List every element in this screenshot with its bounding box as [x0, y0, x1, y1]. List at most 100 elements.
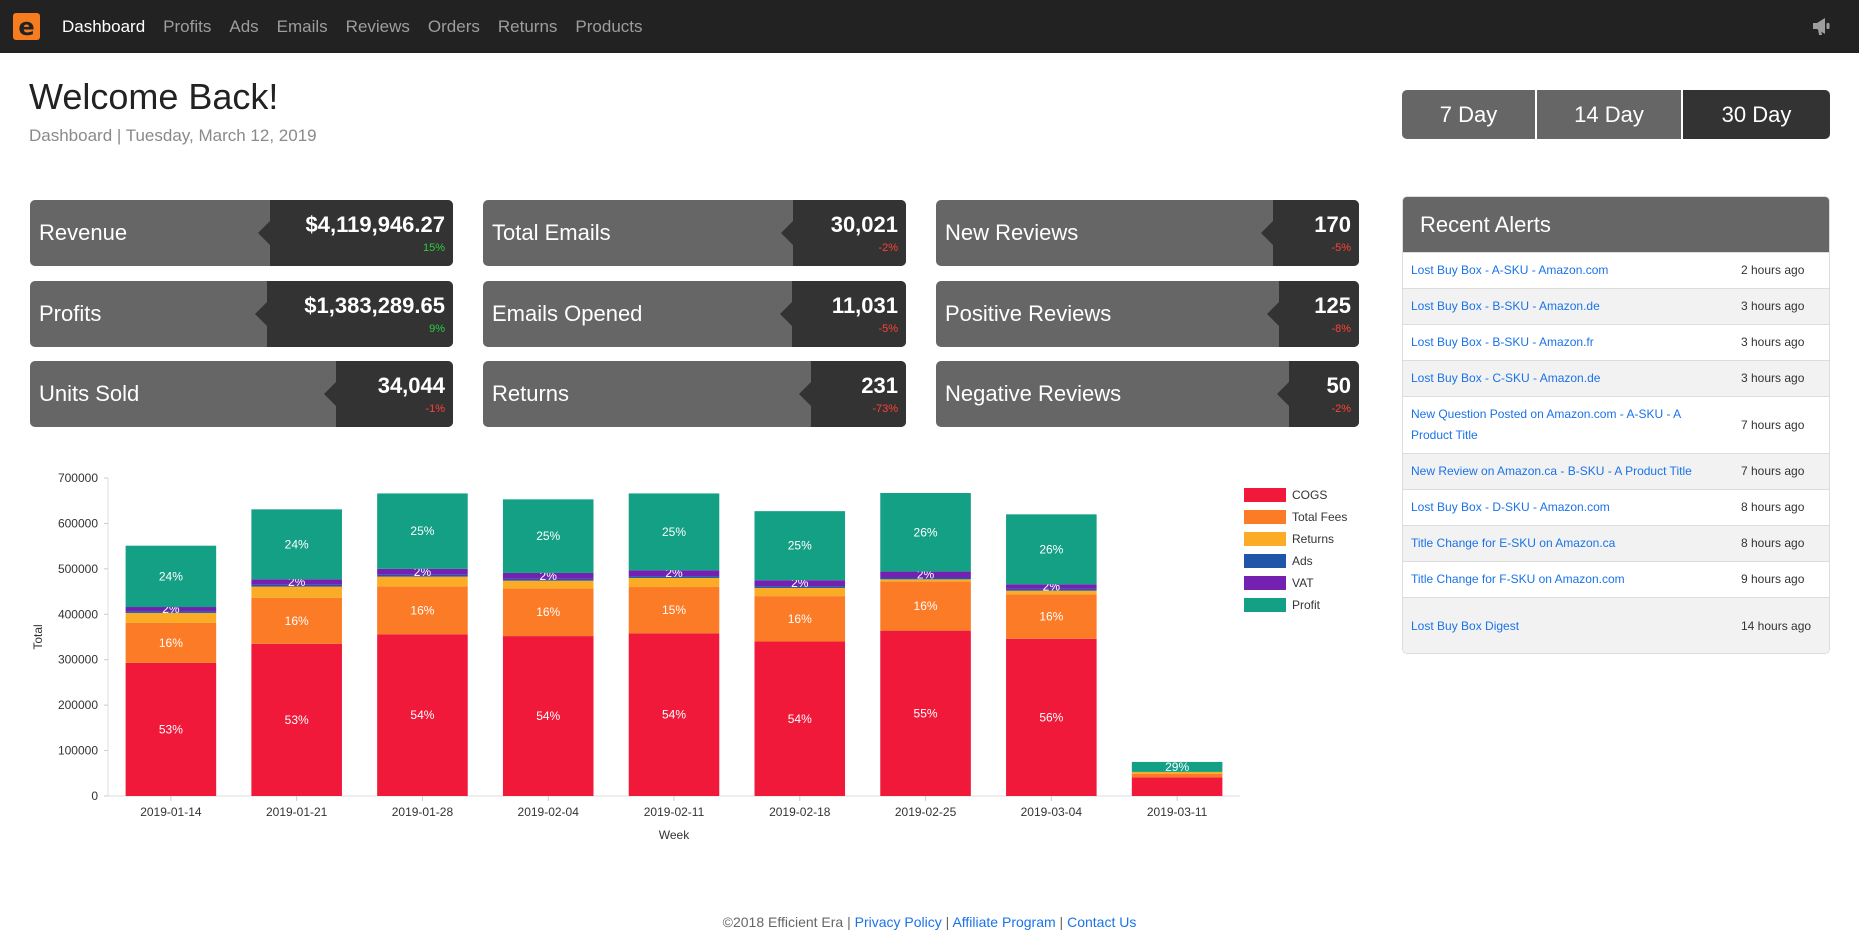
bar-segment-total-fees [1131, 773, 1223, 778]
nav-item-orders[interactable]: Orders [428, 17, 480, 37]
bar-data-label: 25% [662, 525, 686, 539]
stat-change: -5% [878, 323, 898, 335]
nav-item-reviews[interactable]: Reviews [346, 17, 410, 37]
alert-link[interactable]: Lost Buy Box Digest [1403, 598, 1733, 653]
contact-us-link[interactable]: Contact Us [1067, 914, 1136, 930]
top-navbar: e Dashboard Profits Ads Emails Reviews O… [0, 0, 1859, 53]
range-30-day-button[interactable]: 30 Day [1683, 90, 1830, 139]
bar-data-label: 16% [536, 605, 560, 619]
alerts-list: Lost Buy Box - A-SKU - Amazon.com 2 hour… [1403, 252, 1829, 653]
bar-segment-cogs [1131, 777, 1223, 796]
y-tick-label: 400000 [58, 607, 98, 621]
alert-link[interactable]: New Question Posted on Amazon.com - A-SK… [1403, 397, 1733, 453]
x-tick-label: 2019-02-11 [644, 805, 705, 819]
alert-row: New Review on Amazon.ca - B-SKU - A Prod… [1403, 453, 1829, 489]
alert-link[interactable]: New Review on Amazon.ca - B-SKU - A Prod… [1403, 454, 1733, 489]
bar-data-label: 16% [914, 599, 938, 613]
stat-value: 34,044 [377, 373, 445, 398]
brand-logo[interactable]: e [13, 13, 40, 40]
alert-row: Lost Buy Box - B-SKU - Amazon.de 3 hours… [1403, 288, 1829, 324]
stat-label: Revenue [39, 220, 128, 245]
nav-item-dashboard[interactable]: Dashboard [62, 17, 145, 37]
affiliate-program-link[interactable]: Affiliate Program [952, 914, 1055, 930]
stat-card-emails-opened: Emails Opened 11,031 -5% [483, 281, 906, 347]
y-tick-label: 200000 [58, 698, 98, 712]
alert-row: Lost Buy Box - A-SKU - Amazon.com 2 hour… [1403, 252, 1829, 288]
nav-item-profits[interactable]: Profits [163, 17, 211, 37]
stat-value: 231 [861, 373, 898, 398]
range-14-day-button[interactable]: 14 Day [1537, 90, 1683, 139]
x-axis-title: Week [659, 828, 690, 842]
legend-swatch-profit [1244, 598, 1286, 612]
privacy-policy-link[interactable]: Privacy Policy [855, 914, 942, 930]
page-footer: ©2018 Efficient Era | Privacy Policy | A… [722, 914, 1137, 930]
alert-link[interactable]: Lost Buy Box - C-SKU - Amazon.de [1403, 361, 1733, 396]
megaphone-icon[interactable] [1811, 16, 1833, 36]
bar-data-label: 16% [159, 636, 183, 650]
alert-row: Title Change for E-SKU on Amazon.ca 8 ho… [1403, 525, 1829, 561]
nav-item-ads[interactable]: Ads [229, 17, 258, 37]
x-tick-label: 2019-03-04 [1021, 805, 1083, 819]
legend-label: Returns [1292, 532, 1334, 546]
bar-data-label: 54% [662, 708, 686, 722]
stat-value: 11,031 [831, 293, 898, 318]
stat-value-box: 30,021 -2% [781, 200, 906, 266]
stat-value: 50 [1326, 373, 1351, 398]
bar-data-label: 53% [285, 713, 309, 727]
stat-value-box: 11,031 -5% [780, 281, 906, 347]
stat-label: Profits [39, 301, 102, 326]
alert-link[interactable]: Lost Buy Box - B-SKU - Amazon.fr [1403, 325, 1733, 360]
bar-data-label: 54% [536, 709, 560, 723]
stat-card-revenue: Revenue $4,119,946.27 15% [30, 200, 453, 266]
alert-time: 14 hours ago [1741, 618, 1812, 633]
stat-value: $4,119,946.27 [305, 212, 445, 237]
bar-data-label: 24% [285, 537, 309, 551]
alert-time: 7 hours ago [1741, 417, 1805, 432]
alert-link[interactable]: Title Change for F-SKU on Amazon.com [1403, 562, 1733, 597]
bar-data-label: 26% [1039, 542, 1063, 556]
range-7-day-button[interactable]: 7 Day [1402, 90, 1537, 139]
stat-card-new-reviews: New Reviews 170 -5% [936, 200, 1359, 266]
stat-change: -73% [872, 403, 898, 415]
stat-label: Positive Reviews [945, 301, 1112, 326]
stat-value-box: 231 -73% [799, 361, 906, 427]
nav-item-emails[interactable]: Emails [277, 17, 328, 37]
x-tick-label: 2019-01-28 [392, 805, 454, 819]
x-tick-label: 2019-02-25 [895, 805, 957, 819]
alert-link[interactable]: Lost Buy Box - B-SKU - Amazon.de [1403, 289, 1733, 324]
legend-swatch-total-fees [1244, 510, 1286, 524]
alert-time: 3 hours ago [1741, 371, 1805, 385]
y-tick-label: 300000 [58, 653, 98, 667]
y-axis-title: Total [31, 624, 45, 649]
alert-link[interactable]: Lost Buy Box - D-SKU - Amazon.com [1403, 490, 1733, 525]
bar-data-label: 26% [914, 525, 938, 539]
stat-value: 125 [1314, 293, 1351, 318]
alert-time: 3 hours ago [1741, 299, 1805, 313]
stat-change: -1% [425, 403, 445, 415]
stat-label: Returns [492, 381, 570, 406]
footer-copyright: ©2018 Efficient Era | [722, 914, 851, 930]
legend-label: Ads [1292, 554, 1313, 568]
legend-label: VAT [1292, 576, 1314, 590]
alert-link[interactable]: Title Change for E-SKU on Amazon.ca [1403, 526, 1733, 561]
stat-change: -8% [1331, 323, 1351, 335]
bar-data-label: 25% [410, 524, 434, 538]
stat-value-box: 50 -2% [1277, 361, 1359, 427]
bar-data-label: 25% [788, 539, 812, 553]
legend-label: COGS [1292, 488, 1327, 502]
nav-item-products[interactable]: Products [575, 17, 642, 37]
stat-value-box: 34,044 -1% [324, 361, 453, 427]
legend-swatch-returns [1244, 532, 1286, 546]
nav-item-returns[interactable]: Returns [498, 17, 558, 37]
stat-value-box: $4,119,946.27 15% [258, 200, 453, 266]
alert-row: Lost Buy Box - C-SKU - Amazon.de 3 hours… [1403, 360, 1829, 396]
alert-link[interactable]: Lost Buy Box - A-SKU - Amazon.com [1403, 253, 1733, 288]
alert-row: Lost Buy Box Digest 14 hours ago [1403, 597, 1829, 653]
stat-card-profits: Profits $1,383,289.65 9% [30, 281, 453, 347]
weekly-cost-profit-chart: 0 100000 200000 300000 400000 500000 600000 700… [31, 471, 1347, 842]
stat-label: Total Emails [492, 220, 611, 245]
x-tick-label: 2019-01-21 [266, 805, 328, 819]
stat-change: 9% [429, 323, 445, 335]
bar-data-label: 24% [159, 569, 183, 583]
legend-label: Total Fees [1292, 510, 1347, 524]
